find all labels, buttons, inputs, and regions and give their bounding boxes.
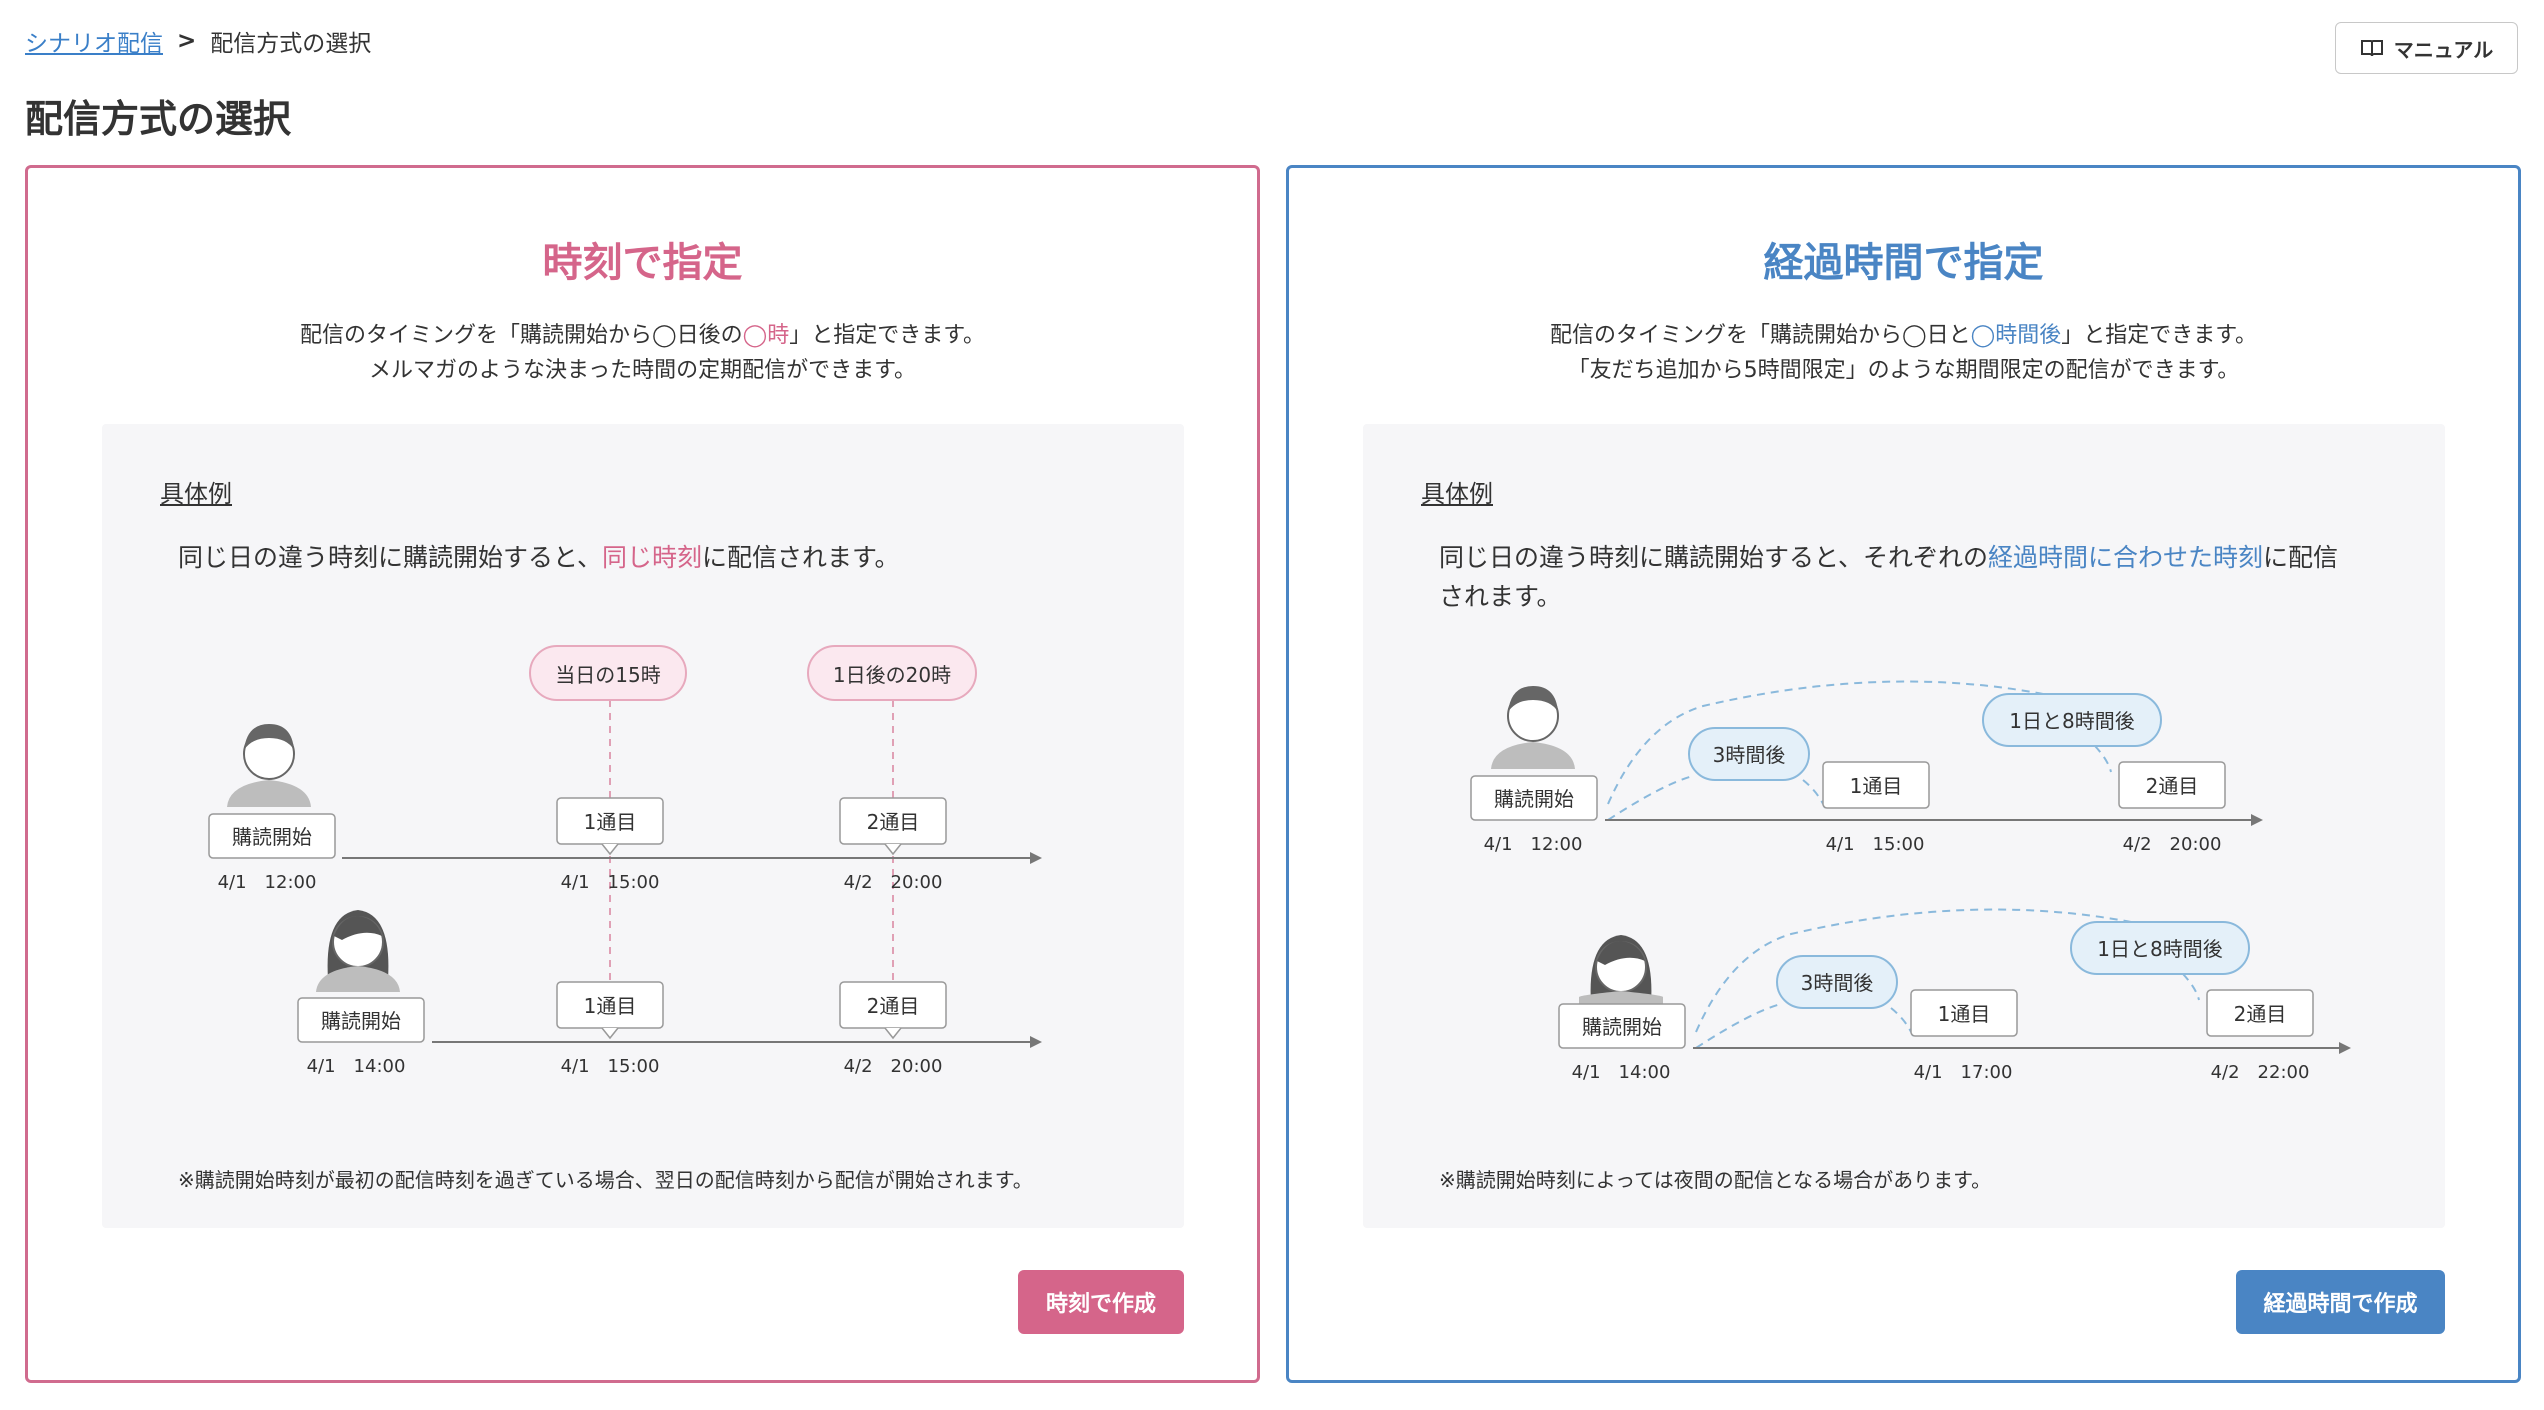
breadcrumb-link-scenario[interactable]: シナリオ配信 [25,24,163,58]
manual-button[interactable]: マニュアル [2335,22,2518,74]
elapsed-example-box: 購読開始 4/1 12:00 3時間後 1日と8時間後 1通目 4/1 15:0… [1363,424,2445,1228]
desc-text: 配信のタイミングを「購読開始から◯日と [1549,323,1971,348]
msg-time: 4/1 15:00 [561,1056,660,1077]
user-male-icon [1491,686,1575,769]
elapsed-card-description: 配信のタイミングを「購読開始から◯日と◯時間後」と指定できます。 「友だち追加か… [1289,318,2518,388]
start-time: 4/1 12:00 [1484,834,1583,855]
msg-time: 4/2 20:00 [844,1056,943,1077]
time-example-text: 同じ日の違う時刻に購読開始すると、同じ時刻に配信されます。 [178,538,1098,577]
time-card-title: 時刻で指定 [542,240,743,286]
book-icon [2360,40,2383,57]
msg-label: 1通目 [1850,774,1903,798]
start-label: 購読開始 [321,1009,401,1033]
msg-time: 4/2 20:00 [2123,834,2222,855]
breadcrumb-separator: > [177,28,197,54]
elapsed-example-note: ※購読開始時刻によっては夜間の配信となる場合があります。 [1439,1168,1992,1192]
msg-time: 4/2 20:00 [844,872,943,893]
manual-button-label: マニュアル [2393,39,2494,62]
elapsed-card-title: 経過時間で指定 [1763,240,2044,286]
desc-text: 配信のタイミングを「購読開始から◯日後の [299,323,743,348]
bubble-text: 3時間後 [1801,971,1874,995]
create-by-elapsed-button[interactable]: 経過時間で作成 [2236,1270,2445,1334]
example-highlight: 同じ時刻 [602,543,703,572]
msg-time: 4/2 22:00 [2211,1062,2310,1083]
example-text-part: に配信されます。 [702,543,900,572]
bubble-text: 1日後の20時 [833,663,951,687]
start-time: 4/1 14:00 [1572,1062,1671,1083]
desc-highlight: ◯時間後 [1970,323,2062,348]
example-text-part: 同じ日の違う時刻に購読開始すると、それぞれの [1439,543,1989,572]
msg-label: 2通目 [2234,1002,2287,1026]
elapsed-example-text: 同じ日の違う時刻に購読開始すると、それぞれの経過時間に合わせた時刻に配信されます… [1439,538,2359,616]
time-example-label: 具体例 [160,480,232,508]
msg-label: 1通目 [584,994,637,1018]
msg-label: 2通目 [867,810,920,834]
create-by-time-button[interactable]: 時刻で作成 [1018,1270,1184,1334]
bubble-text: 当日の15時 [555,663,660,687]
example-text-part: 同じ日の違う時刻に購読開始すると、 [178,543,603,572]
elapsed-card[interactable]: 経過時間で指定 配信のタイミングを「購読開始から◯日と◯時間後」と指定できます。… [1286,165,2521,1383]
start-label: 購読開始 [1582,1015,1662,1039]
msg-time: 4/1 15:00 [561,872,660,893]
msg-label: 1通目 [1938,1002,1991,1026]
desc-line2: 「友だち追加から5時間限定」のような期間限定の配信ができます。 [1567,358,2240,383]
breadcrumb: シナリオ配信 > 配信方式の選択 [25,24,371,58]
msg-label: 2通目 [867,994,920,1018]
desc-line2: メルマガのような決まった時間の定期配信ができます。 [369,358,916,383]
desc-text: 」と指定できます。 [789,323,986,348]
start-label: 購読開始 [232,825,312,849]
msg-label: 1通目 [584,810,637,834]
user-male-icon [227,724,311,807]
bubble-text: 1日と8時間後 [2009,709,2134,733]
time-example-box: 当日の15時 1日後の20時 購読開始 4/1 12:00 1通目 4/1 15… [102,424,1184,1228]
bubble-text: 3時間後 [1713,743,1786,767]
user-female-icon [316,910,400,992]
start-time: 4/1 12:00 [218,872,317,893]
elapsed-example-label: 具体例 [1421,480,1493,508]
time-card[interactable]: 時刻で指定 配信のタイミングを「購読開始から◯日後の◯時」と指定できます。 メル… [25,165,1260,1383]
start-time: 4/1 14:00 [307,1056,406,1077]
user-female-icon [1579,935,1663,1004]
desc-text: 」と指定できます。 [2061,323,2258,348]
start-label: 購読開始 [1494,787,1574,811]
time-example-note: ※購読開始時刻が最初の配信時刻を過ぎている場合、翌日の配信時刻から配信が開始され… [178,1168,1033,1192]
msg-label: 2通目 [2146,774,2199,798]
time-card-description: 配信のタイミングを「購読開始から◯日後の◯時」と指定できます。 メルマガのような… [28,318,1257,388]
desc-highlight: ◯時 [742,323,790,348]
msg-time: 4/1 17:00 [1914,1062,2013,1083]
bubble-text: 1日と8時間後 [2097,937,2222,961]
page-title: 配信方式の選択 [25,97,292,141]
breadcrumb-current: 配信方式の選択 [210,31,372,57]
example-highlight: 経過時間に合わせた時刻 [1988,543,2264,572]
msg-time: 4/1 15:00 [1826,834,1925,855]
